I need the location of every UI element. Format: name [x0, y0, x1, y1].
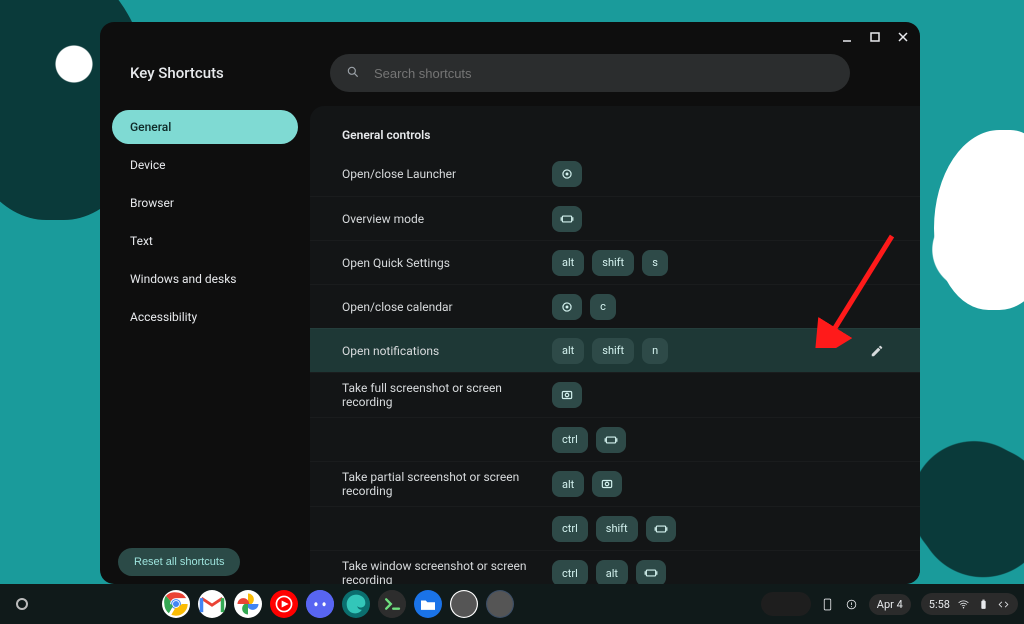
key-ctrl: ctrl: [552, 516, 588, 542]
shortcut-row: ctrl: [310, 417, 920, 461]
shortcut-label: Take full screenshot or screen recording: [342, 381, 552, 409]
shortcut-label: Take partial screenshot or screen record…: [342, 470, 552, 498]
key-alt: alt: [552, 250, 584, 276]
shortcut-label: Take window screenshot or screen recordi…: [342, 559, 552, 584]
key-shift: shift: [592, 250, 634, 276]
maximize-button[interactable]: [868, 30, 882, 44]
close-button[interactable]: [896, 30, 910, 44]
shelf-app-app1[interactable]: [450, 590, 478, 618]
shortcut-keys: [552, 382, 582, 408]
screenshot-key-icon: [552, 382, 582, 408]
app-title: Key Shortcuts: [130, 64, 330, 82]
shelf: Apr 4 5:58: [0, 584, 1024, 624]
key-shift: shift: [596, 516, 638, 542]
sidebar: General Device Browser Text Windows and desk…: [100, 106, 310, 584]
key-shift: shift: [592, 338, 634, 364]
launcher-button[interactable]: [16, 598, 28, 610]
shelf-app-gmail[interactable]: [198, 590, 226, 618]
shortcut-label: Open Quick Settings: [342, 256, 552, 270]
reset-all-shortcuts-button[interactable]: Reset all shortcuts: [118, 548, 240, 576]
shelf-app-files[interactable]: [414, 590, 442, 618]
shelf-app-chrome[interactable]: [162, 590, 190, 618]
search-bar[interactable]: [330, 54, 850, 92]
quick-settings[interactable]: 5:58: [921, 593, 1018, 615]
overview-key-icon: [646, 516, 676, 542]
shortcut-keys: [552, 206, 582, 232]
sidebar-item-browser[interactable]: Browser: [112, 186, 298, 220]
stylus-icon[interactable]: [821, 597, 835, 611]
shelf-app-photos[interactable]: [234, 590, 262, 618]
overview-key-icon: [552, 206, 582, 232]
shortcut-keys: alt shifts: [552, 250, 668, 276]
content-panel: General controls Open/close Launcher Over…: [310, 106, 920, 584]
shortcut-keys: ctrl: [552, 427, 626, 453]
battery-icon: [976, 597, 990, 611]
launcher-key-icon: [552, 161, 582, 187]
screenshot-key-icon: [592, 471, 622, 497]
search-input[interactable]: [374, 66, 834, 81]
sidebar-item-general[interactable]: General: [112, 110, 298, 144]
shelf-app-youtube-music[interactable]: [270, 590, 298, 618]
section-title: General controls: [310, 128, 920, 152]
window-titlebar: [100, 22, 920, 48]
shortcut-keys: ctrl shift: [552, 516, 676, 542]
key-ctrl: ctrl: [552, 560, 588, 584]
key-alt: alt: [552, 471, 584, 497]
shelf-app-edge[interactable]: [342, 590, 370, 618]
edit-shortcut-button[interactable]: [866, 340, 888, 362]
shortcut-row: Take full screenshot or screen recording: [310, 372, 920, 417]
key-alt: alt: [596, 560, 628, 584]
sidebar-item-text[interactable]: Text: [112, 224, 298, 258]
shortcut-row: Take partial screenshot or screen record…: [310, 461, 920, 506]
shortcut-keys: ctrlalt: [552, 560, 666, 584]
search-icon: [346, 64, 360, 83]
shortcut-label: Open/close Launcher: [342, 167, 552, 181]
key-n: n: [642, 338, 668, 364]
shortcut-row: Open Quick Settingsalt shifts: [310, 240, 920, 284]
shortcut-keys: [552, 161, 582, 187]
key-shortcuts-window: Key Shortcuts General Device Browser Text Wi…: [100, 22, 920, 584]
shortcut-keys: c: [552, 294, 616, 320]
sidebar-item-accessibility[interactable]: Accessibility: [112, 300, 298, 334]
notification-icon[interactable]: [845, 597, 859, 611]
shortcut-row: Open/close Launcher: [310, 152, 920, 196]
sidebar-item-device[interactable]: Device: [112, 148, 298, 182]
shortcut-label: Overview mode: [342, 212, 552, 226]
overview-key-icon: [636, 560, 666, 584]
shelf-date: Apr 4: [877, 598, 903, 611]
phone-hub[interactable]: [761, 592, 811, 616]
shortcut-row: Overview mode: [310, 196, 920, 240]
minimize-button[interactable]: [840, 30, 854, 44]
dev-icon: [996, 597, 1010, 611]
shortcut-row: Open/close calendar c: [310, 284, 920, 328]
shortcut-keys: alt: [552, 471, 622, 497]
key-alt: alt: [552, 338, 584, 364]
key-c: c: [590, 294, 616, 320]
shelf-app-discord[interactable]: [306, 590, 334, 618]
launcher-key-icon: [552, 294, 582, 320]
key-ctrl: ctrl: [552, 427, 588, 453]
shelf-app-terminal[interactable]: [378, 590, 406, 618]
shortcut-keys: alt shiftn: [552, 338, 668, 364]
wifi-icon: [956, 597, 970, 611]
shortcut-row[interactable]: Open notificationsalt shiftn: [310, 328, 920, 372]
shelf-time: 5:58: [929, 598, 950, 611]
shelf-app-app2[interactable]: [486, 590, 514, 618]
sidebar-item-windows-and-desks[interactable]: Windows and desks: [112, 262, 298, 296]
shortcut-label: Open notifications: [342, 344, 552, 358]
overview-key-icon: [596, 427, 626, 453]
shortcut-row: ctrl shift: [310, 506, 920, 550]
key-s: s: [642, 250, 668, 276]
status-area[interactable]: Apr 4: [869, 594, 911, 615]
shortcut-row: Take window screenshot or screen recordi…: [310, 550, 920, 584]
shortcut-label: Open/close calendar: [342, 300, 552, 314]
